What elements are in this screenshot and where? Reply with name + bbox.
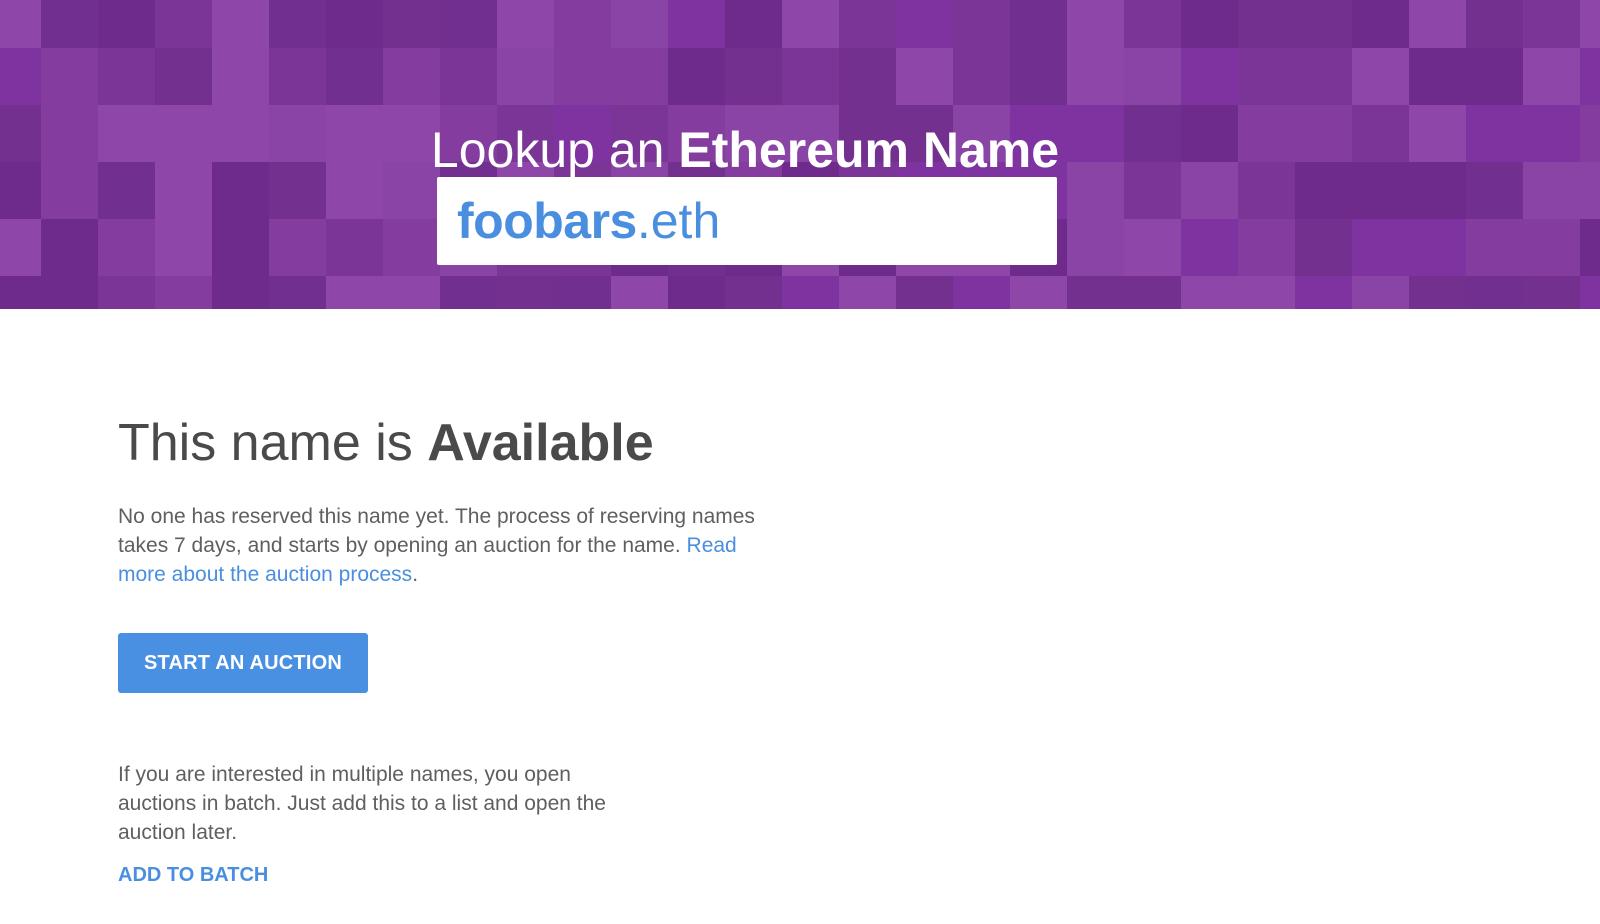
title-bold-text: Ethereum Name xyxy=(678,121,1060,178)
heading-light-text: This name is xyxy=(118,414,428,472)
start-auction-button[interactable]: START AN AUCTION xyxy=(118,633,368,693)
description-end: . xyxy=(412,563,419,586)
availability-heading: This name is Available xyxy=(118,411,654,475)
availability-status: Available xyxy=(427,414,654,472)
name-lookup-input[interactable]: foobars .eth xyxy=(437,177,1057,265)
description-text: No one has reserved this name yet. The p… xyxy=(118,505,755,557)
page-title: Lookup an Ethereum Name xyxy=(0,116,1490,184)
add-to-batch-link[interactable]: ADD TO BATCH xyxy=(118,864,268,887)
hero-content: Lookup an Ethereum Name foobars .eth xyxy=(0,0,1600,309)
lookup-name-value: foobars xyxy=(457,193,637,249)
batch-description: If you are interested in multiple names,… xyxy=(118,763,606,844)
availability-description: No one has reserved this name yet. The p… xyxy=(118,502,788,589)
title-light-text: Lookup an xyxy=(430,121,679,178)
hero-banner: Lookup an Ethereum Name foobars .eth xyxy=(0,0,1600,309)
lookup-tld-value: .eth xyxy=(636,193,721,249)
